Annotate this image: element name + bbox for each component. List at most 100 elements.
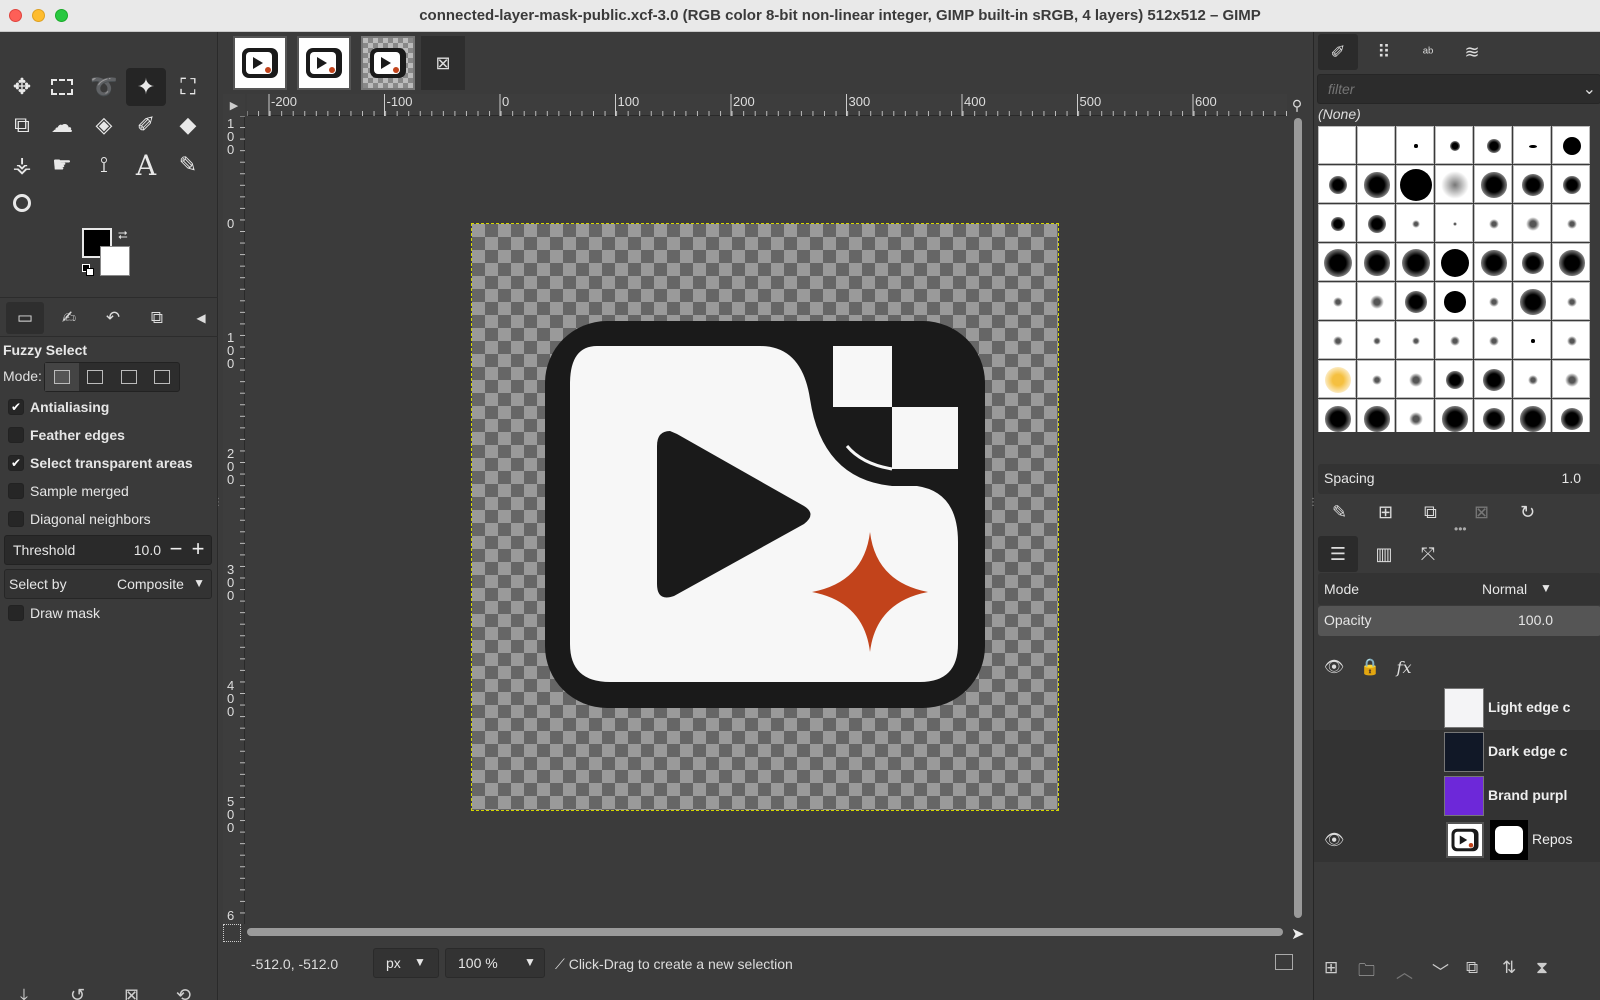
brush-cell[interactable] <box>1552 321 1590 359</box>
layer-mode-dropdown[interactable]: Mode Normal ▼ <box>1318 573 1600 605</box>
unit-dropdown[interactable]: px ▼ <box>373 948 439 978</box>
image-tab-1[interactable] <box>233 36 287 90</box>
brush-cell[interactable] <box>1318 165 1356 203</box>
brush-cell[interactable] <box>1552 399 1590 432</box>
rect-select-tool[interactable] <box>42 68 82 106</box>
new-layer-group-icon[interactable]: 🗀 <box>1358 958 1375 987</box>
zoom-dropdown[interactable]: 100 % ▼ <box>445 948 545 978</box>
chevron-down-icon[interactable]: ⌄ <box>1583 79 1596 99</box>
brush-cell[interactable] <box>1435 282 1473 320</box>
delete-options-icon[interactable]: ⊠ <box>124 985 139 1000</box>
tab-patterns[interactable]: ⠿ <box>1364 34 1404 70</box>
brush-cell[interactable] <box>1357 126 1395 164</box>
color-picker-tool[interactable]: ✎ <box>168 146 208 184</box>
lower-layer-icon[interactable]: ﹀ <box>1432 958 1449 983</box>
window-minimize-button[interactable] <box>32 9 45 22</box>
brush-cell[interactable] <box>1474 165 1512 203</box>
merge-layer-icon[interactable]: ⇅ <box>1502 958 1516 978</box>
swap-colors-icon[interactable]: ⮂ <box>118 228 128 243</box>
duplicate-layer-icon[interactable]: ⧉ <box>1466 958 1478 978</box>
tab-undo-history[interactable]: ↶ <box>94 302 132 334</box>
brush-cell[interactable] <box>1513 321 1551 359</box>
brush-cell[interactable] <box>1552 243 1590 281</box>
select-by-dropdown[interactable]: Select by Composite ▼ <box>4 569 212 599</box>
crop-tool[interactable]: ⛶ <box>168 68 208 106</box>
zoom-image-icon[interactable]: ⚲ <box>1287 94 1307 116</box>
mode-add-button[interactable] <box>79 363 113 391</box>
window-maximize-button[interactable] <box>55 9 68 22</box>
add-mask-icon[interactable]: ⧗ <box>1536 958 1548 978</box>
lock-header-icon[interactable]: 🔒 <box>1356 654 1384 680</box>
mode-replace-button[interactable] <box>45 363 79 391</box>
brush-cell[interactable] <box>1552 165 1590 203</box>
brush-cell[interactable] <box>1318 204 1356 242</box>
threshold-decrease-button[interactable]: − <box>165 538 187 562</box>
dock-resize-handle[interactable]: ⋮ <box>1308 497 1318 508</box>
brush-cell[interactable] <box>1396 399 1434 432</box>
text-tool[interactable]: A <box>126 146 166 184</box>
brush-cell[interactable] <box>1513 165 1551 203</box>
brush-cell[interactable] <box>1513 126 1551 164</box>
vertical-scrollbar-thumb[interactable] <box>1294 118 1302 918</box>
reset-options-icon[interactable]: ⟲ <box>176 985 191 1000</box>
brush-cell[interactable] <box>1357 204 1395 242</box>
warp-transform-tool[interactable]: ☁ <box>42 106 82 144</box>
brush-cell[interactable] <box>1357 282 1395 320</box>
brush-cell[interactable] <box>1318 282 1356 320</box>
selection-toggle[interactable] <box>223 924 241 942</box>
brush-cell[interactable] <box>1396 282 1434 320</box>
zoom-value[interactable]: 100 % <box>458 955 498 971</box>
select-transparent-checkbox[interactable]: ✔ Select transparent areas <box>8 453 193 473</box>
brush-cell[interactable] <box>1513 204 1551 242</box>
brush-cell[interactable] <box>1357 165 1395 203</box>
brush-cell[interactable] <box>1318 321 1356 359</box>
effects-header-icon[interactable]: fx <box>1390 654 1418 680</box>
tab-fonts[interactable]: ᵃᵇ <box>1408 34 1448 70</box>
fuzzy-select-tool[interactable]: ✦ <box>126 68 166 106</box>
new-layer-icon[interactable]: ⊞ <box>1324 958 1338 978</box>
tab-menu-button[interactable]: ◀ <box>182 302 220 334</box>
brush-cell[interactable] <box>1318 399 1356 432</box>
brush-filter[interactable]: ⌄ <box>1317 74 1600 104</box>
feather-edges-checkbox[interactable]: Feather edges <box>8 425 125 445</box>
brush-cell[interactable] <box>1318 360 1356 398</box>
mode-intersect-button[interactable] <box>146 363 180 391</box>
horizontal-scrollbar-thumb[interactable] <box>247 928 1283 936</box>
new-brush-icon[interactable]: ⊞ <box>1378 502 1393 523</box>
tab-gradients[interactable]: ≋ <box>1452 34 1492 70</box>
bucket-fill-tool[interactable]: ◈ <box>84 106 124 144</box>
quick-mask-toggle[interactable]: ▶ <box>223 94 245 116</box>
brush-cell[interactable] <box>1552 282 1590 320</box>
image-canvas[interactable] <box>471 223 1059 811</box>
paintbrush-tool[interactable]: ✐ <box>126 106 166 144</box>
brush-cell[interactable] <box>1474 126 1512 164</box>
unified-transform-tool[interactable]: ⧉ <box>2 106 42 144</box>
brush-cell[interactable] <box>1435 399 1473 432</box>
brush-cell[interactable] <box>1435 321 1473 359</box>
brush-spacing-slider[interactable]: Spacing 1.0 <box>1318 464 1600 494</box>
brush-cell[interactable] <box>1357 360 1395 398</box>
brush-cell[interactable] <box>1396 321 1434 359</box>
tab-tool-options[interactable]: ▭ <box>6 302 44 334</box>
brush-cell[interactable] <box>1552 126 1590 164</box>
restore-options-icon[interactable]: ↺ <box>70 985 85 1000</box>
diagonal-neighbors-checkbox[interactable]: Diagonal neighbors <box>8 509 151 529</box>
layer-row-light-edge[interactable]: Light edge c <box>1314 686 1600 730</box>
brush-cell[interactable] <box>1396 204 1434 242</box>
brush-cell[interactable] <box>1474 282 1512 320</box>
close-image-tab-button[interactable]: ⊠ <box>421 36 465 90</box>
brush-cell[interactable] <box>1513 399 1551 432</box>
clone-tool[interactable]: ⚶ <box>2 146 42 184</box>
tab-images[interactable]: ⧉ <box>138 302 176 334</box>
brush-cell[interactable] <box>1474 399 1512 432</box>
threshold-value[interactable]: 10.0 <box>134 542 161 558</box>
brush-cell[interactable] <box>1357 399 1395 432</box>
raise-layer-icon[interactable]: ︿ <box>1396 958 1413 983</box>
image-tab-2[interactable] <box>297 36 351 90</box>
brush-cell[interactable] <box>1474 204 1512 242</box>
brush-cell[interactable] <box>1435 165 1473 203</box>
background-color[interactable] <box>100 246 130 276</box>
brush-filter-input[interactable] <box>1318 75 1568 103</box>
tab-channels[interactable]: ▥ <box>1364 536 1404 572</box>
brush-cell[interactable] <box>1474 321 1512 359</box>
